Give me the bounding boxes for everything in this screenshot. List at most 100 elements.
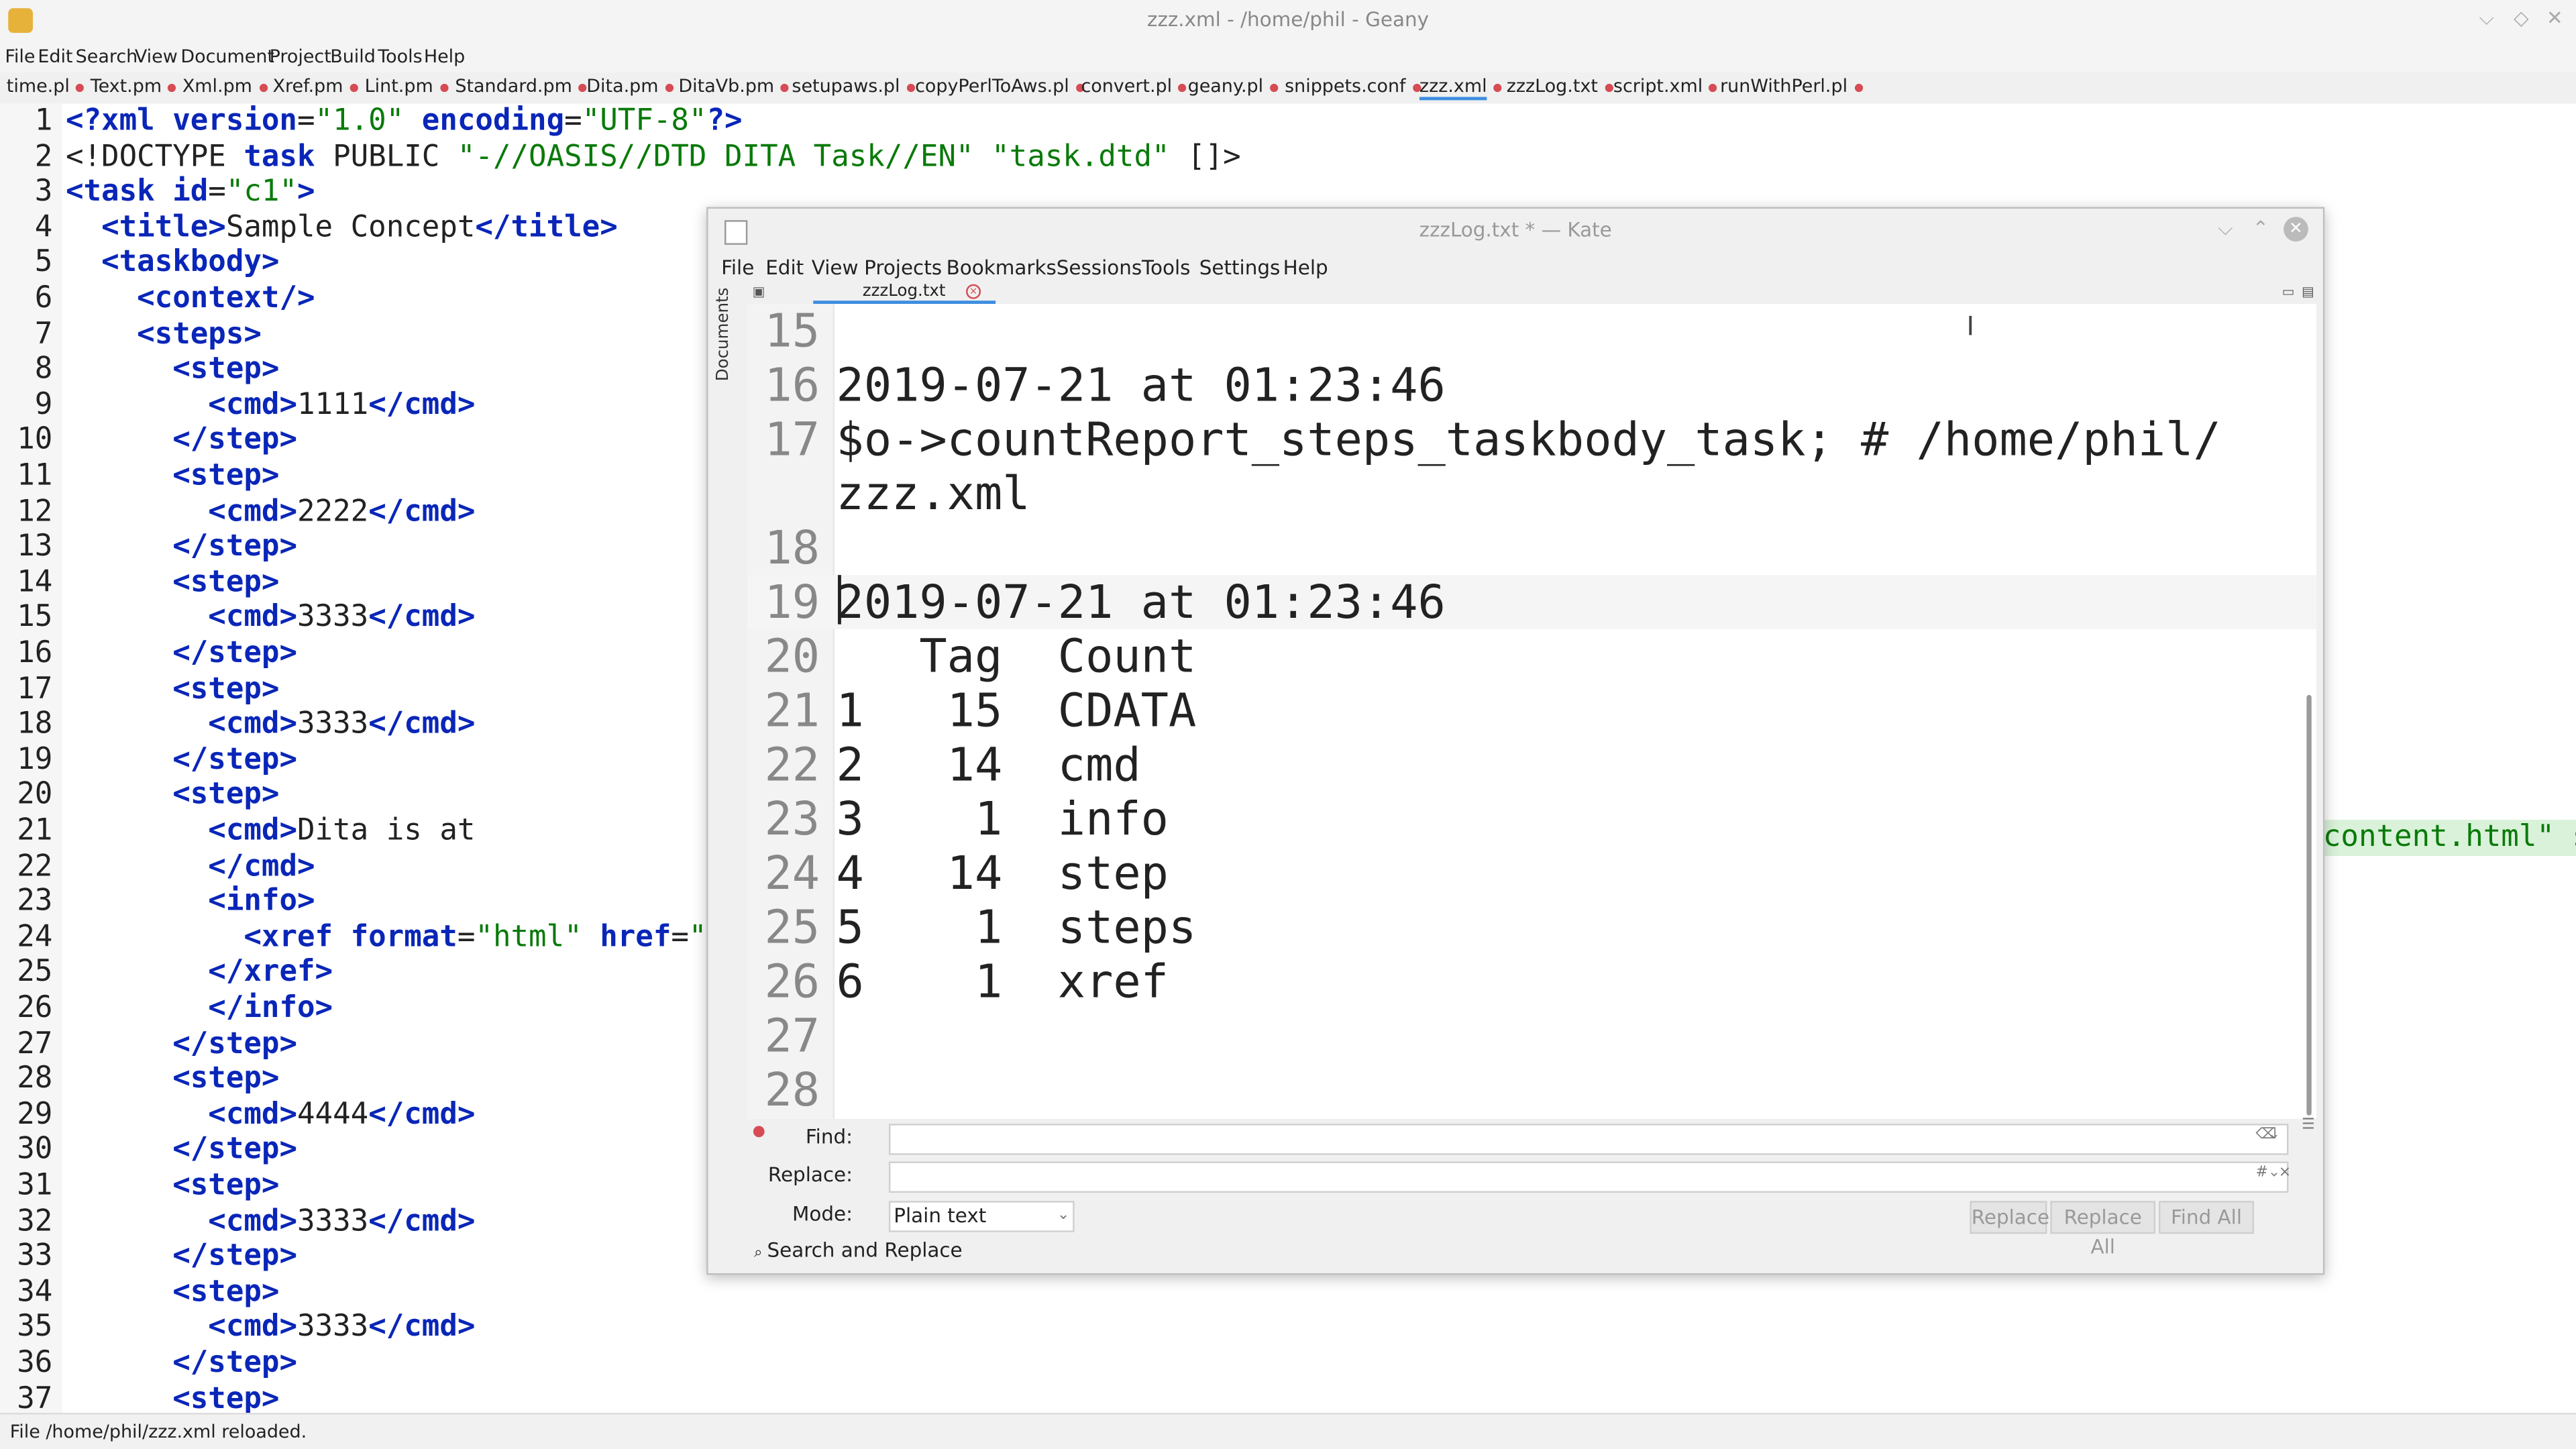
- tab-runwithperl-pl[interactable]: runWithPerl.pl: [1720, 76, 1863, 97]
- mode-select[interactable]: Plain text ⌄: [888, 1201, 1075, 1232]
- clear-replace-icon[interactable]: ×: [2279, 1165, 2291, 1181]
- code-token: <taskbody>: [101, 245, 280, 280]
- tab-standard-pm[interactable]: Standard.pm: [455, 76, 587, 97]
- kate-menu-tools[interactable]: Tools: [1142, 256, 1190, 279]
- line-text: 2019-07-21 at 01:23:46: [836, 575, 1446, 629]
- close-tab-icon[interactable]: [1493, 83, 1502, 91]
- kate-close-icon[interactable]: ✕: [2284, 217, 2308, 242]
- menu-document[interactable]: Document: [180, 46, 274, 68]
- kate-menu-help[interactable]: Help: [1283, 256, 1328, 279]
- find-input[interactable]: ⌄: [888, 1124, 2289, 1155]
- code-line: 13 </step>: [0, 529, 297, 565]
- tab-time-pl[interactable]: time.pl: [7, 76, 85, 97]
- split-view-icon[interactable]: ▭: [2282, 284, 2295, 299]
- kate-menu-sessions[interactable]: Sessions: [1057, 256, 1142, 279]
- tab-geany-pl[interactable]: geany.pl: [1188, 76, 1279, 97]
- code-token: </cmd>: [368, 387, 476, 422]
- code-token: >: [297, 174, 315, 209]
- close-tab-icon[interactable]: [1854, 83, 1863, 91]
- find-all-button[interactable]: Find All: [2158, 1201, 2255, 1234]
- close-tab-icon[interactable]: [439, 83, 448, 91]
- close-tab-icon[interactable]: [665, 83, 674, 91]
- menu-help[interactable]: Help: [424, 46, 465, 68]
- replace-input[interactable]: ⌄: [888, 1161, 2289, 1193]
- line-number: 20: [764, 629, 820, 684]
- kate-menu-edit[interactable]: Edit: [765, 256, 804, 279]
- tab-snippets-conf[interactable]: snippets.conf: [1285, 76, 1421, 97]
- line-number: 13: [17, 529, 53, 564]
- menu-edit[interactable]: Edit: [38, 46, 72, 68]
- tab-xref-pm[interactable]: Xref.pm: [273, 76, 358, 97]
- tab-copyperltoaws-pl[interactable]: copyPerlToAws.pl: [915, 76, 1084, 97]
- close-icon[interactable]: ✕: [2546, 7, 2563, 30]
- kate-minimize-icon[interactable]: ⌵: [2218, 217, 2233, 241]
- tab-zzzlog-txt[interactable]: zzzLog.txt: [1507, 76, 1613, 97]
- close-tab-icon[interactable]: [906, 83, 915, 91]
- regex-icon[interactable]: #: [2255, 1165, 2267, 1181]
- options-icon[interactable]: ☰: [2302, 1117, 2315, 1133]
- code-token: =: [297, 103, 315, 138]
- kate-menu-settings[interactable]: Settings: [1199, 256, 1281, 279]
- kate-menu-file[interactable]: File: [721, 256, 754, 279]
- close-tab-icon[interactable]: [1604, 83, 1613, 91]
- code-token: "UTF-8": [582, 103, 707, 138]
- tab-dita-pm[interactable]: Dita.pm: [586, 76, 674, 97]
- view-menu-icon[interactable]: ▤: [2302, 284, 2314, 299]
- tab-text-pm[interactable]: Text.pm: [91, 76, 177, 97]
- kate-menu-bookmarks[interactable]: Bookmarks: [947, 256, 1057, 279]
- tab-zzz-xml[interactable]: zzz.xml: [1419, 75, 1502, 101]
- code-token: </cmd>: [368, 1203, 476, 1238]
- close-tab-icon[interactable]: [578, 83, 587, 91]
- line-number: 29: [17, 1097, 53, 1132]
- code-token: encoding: [404, 103, 565, 138]
- menu-tools[interactable]: Tools: [378, 46, 422, 68]
- tab-ditavb-pm[interactable]: DitaVb.pm: [678, 75, 790, 97]
- minimize-icon[interactable]: ⌵: [2479, 7, 2494, 32]
- close-tab-icon[interactable]: [350, 83, 358, 91]
- menu-file[interactable]: File: [5, 46, 35, 68]
- close-tab-icon[interactable]: [781, 83, 790, 91]
- close-tab-icon[interactable]: [1269, 83, 1279, 91]
- tab-menu-icon[interactable]: ▣: [753, 284, 765, 299]
- tab-label: DitaVb.pm: [678, 75, 775, 97]
- tab-script-xml[interactable]: script.xml: [1613, 76, 1718, 97]
- tab-xml-pm[interactable]: Xml.pm: [182, 76, 268, 97]
- find-clear-icon[interactable]: ⌫: [2255, 1127, 2276, 1143]
- line-text: 1 15 CDATA: [836, 683, 1197, 738]
- close-tab-icon[interactable]: [168, 83, 177, 91]
- tab-convert-pl[interactable]: convert.pl: [1081, 76, 1187, 97]
- menu-project[interactable]: Project: [270, 46, 331, 68]
- maximize-icon[interactable]: ◇: [2514, 7, 2529, 30]
- close-tab-icon[interactable]: [76, 83, 85, 91]
- menu-build[interactable]: Build: [330, 46, 376, 68]
- close-tab-icon[interactable]: [1709, 83, 1718, 91]
- close-tab-icon[interactable]: [1178, 83, 1187, 91]
- tab-setupaws-pl[interactable]: setupaws.pl: [792, 76, 915, 97]
- close-tab-icon[interactable]: [258, 83, 268, 91]
- kate-menu-projects[interactable]: Projects: [864, 256, 942, 279]
- menu-view[interactable]: View: [135, 46, 178, 68]
- close-tab-icon[interactable]: ×: [966, 284, 981, 299]
- line-text: 4 14 step: [836, 846, 1169, 901]
- kate-window: zzzLog.txt * — Kate ⌵ ⌃ ✕ File Edit View…: [706, 207, 2325, 1275]
- replace-all-button[interactable]: Replace All: [2050, 1201, 2156, 1258]
- code-token: =: [671, 919, 689, 955]
- code-token: <info>: [208, 884, 315, 919]
- kate-maximize-icon[interactable]: ⌃: [2253, 217, 2269, 239]
- line-number: 19: [17, 742, 53, 777]
- tab-label: Standard.pm: [455, 75, 572, 97]
- replace-button[interactable]: Replace: [1970, 1201, 2049, 1234]
- kate-menu-view[interactable]: View: [812, 256, 859, 279]
- search-and-replace-panel-title[interactable]: ⌕ Search and Replace: [754, 1239, 963, 1262]
- mode-value: Plain text: [894, 1204, 987, 1228]
- tab-lint-pm[interactable]: Lint.pm: [365, 76, 448, 97]
- menu-search[interactable]: Search: [76, 46, 138, 68]
- kate-text-editor[interactable]: I 15 16 2019-07-21 at 01:23:46 17 $o->countR…: [747, 304, 2317, 1119]
- line-number: 18: [764, 521, 820, 576]
- documents-panel-toggle[interactable]: Documents: [714, 288, 733, 382]
